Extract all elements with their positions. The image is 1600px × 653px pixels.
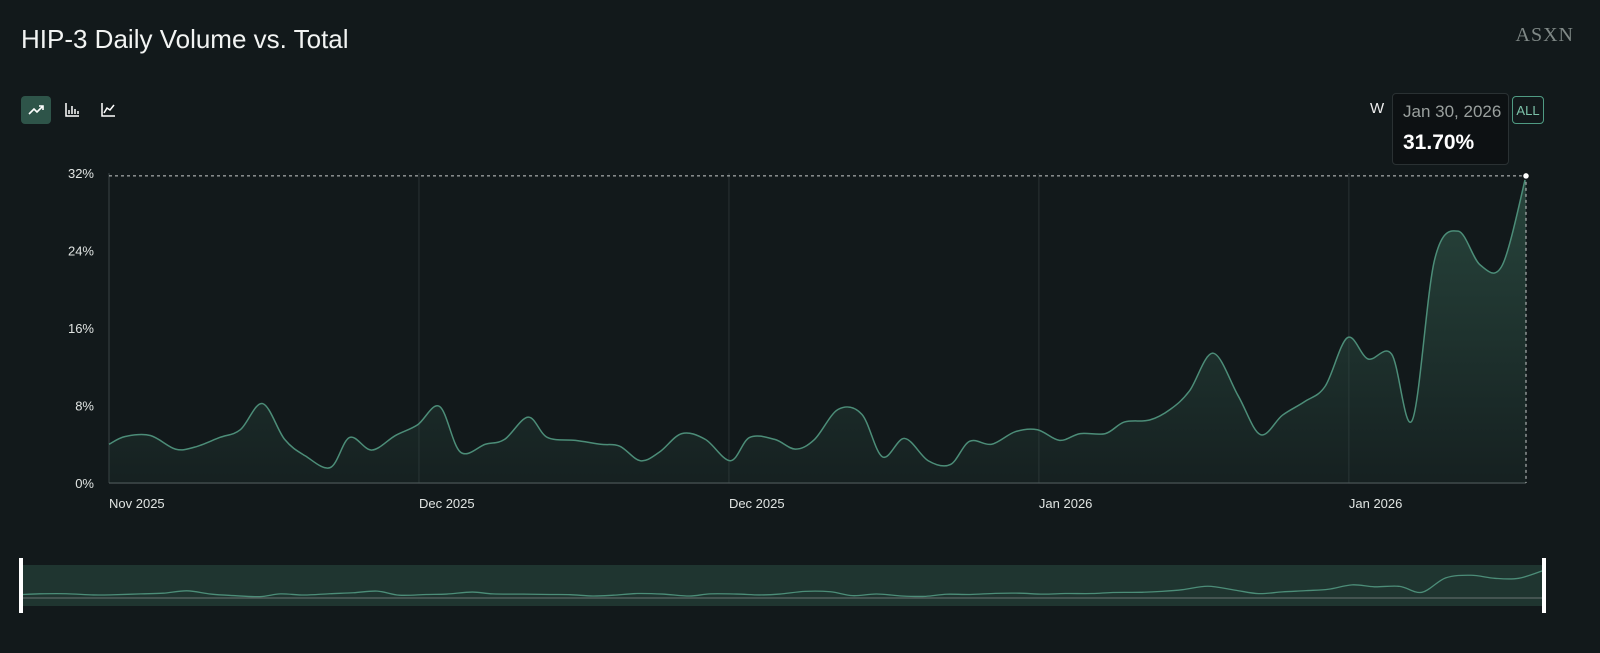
x-tick-label: Dec 2025: [419, 496, 475, 511]
x-tick-label: Jan 2026: [1349, 496, 1403, 511]
x-tick-label: Nov 2025: [109, 496, 165, 511]
x-tick-label: Jan 2026: [1039, 496, 1093, 511]
y-tick-label: 0%: [75, 476, 94, 491]
navigator-window: [22, 565, 1544, 606]
chart: Nov 2025 Dec 2025 Dec 2025 Jan 2026 Jan 2026…: [19, 166, 1546, 613]
tooltip: Jan 30, 2026 31.70%: [1392, 93, 1509, 165]
y-tick-label: 8%: [75, 399, 94, 414]
y-tick-label: 24%: [68, 244, 94, 259]
x-tick-label: Dec 2025: [729, 496, 785, 511]
y-tick-label: 32%: [68, 166, 94, 181]
tooltip-date: Jan 30, 2026: [1403, 102, 1502, 121]
navigator-handle-left[interactable]: [19, 558, 23, 613]
navigator-handle-right[interactable]: [1542, 558, 1546, 613]
hover-point: [1521, 171, 1531, 181]
tooltip-value: 31.70%: [1403, 131, 1475, 154]
y-tick-label: 16%: [68, 321, 94, 336]
